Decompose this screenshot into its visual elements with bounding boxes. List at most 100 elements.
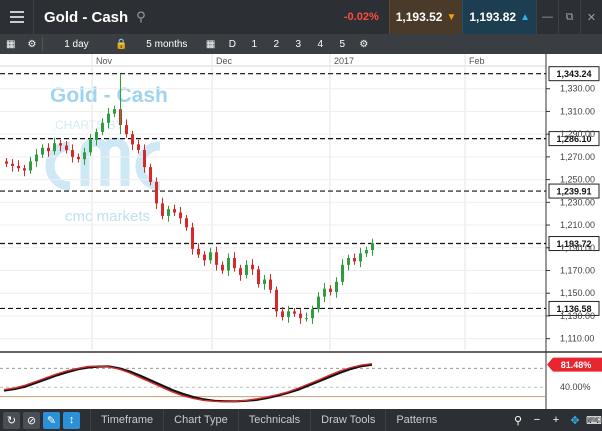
candle-body — [335, 281, 338, 293]
keyboard-button[interactable]: ⌨ — [586, 412, 602, 428]
minimize-button[interactable]: — — [536, 0, 558, 34]
period-label: 1 — [251, 38, 258, 50]
y-tick-label: 1,330.00 — [560, 84, 595, 94]
candle-body — [341, 264, 344, 282]
zoom-out-button[interactable]: − — [529, 412, 545, 428]
candle-body — [239, 268, 242, 276]
minimize-icon: — — [542, 11, 553, 23]
candle-body — [23, 168, 26, 171]
x-tick-label: Nov — [96, 56, 113, 66]
indicator-level-label: 40.00% — [560, 382, 591, 392]
candle-body — [347, 257, 350, 265]
gear-icon: ⚙ — [27, 38, 37, 50]
candle-body — [113, 109, 116, 114]
candle-body — [293, 311, 296, 314]
stochastic-panel: 81.48% 40.00% — [0, 357, 602, 403]
zoom-search-button[interactable]: ⚲ — [510, 412, 526, 428]
layout-button[interactable]: ▦ — [0, 34, 21, 54]
indicator-current-value: 81.48% — [561, 360, 592, 370]
buy-price-button[interactable]: 1,193.82 ▲ — [462, 0, 536, 34]
candle-body — [89, 139, 92, 153]
lock-button[interactable]: 🔒 — [109, 34, 133, 54]
candle-body — [215, 252, 218, 265]
y-tick-label: 1,170.00 — [560, 265, 595, 275]
period-1-button[interactable]: 1 — [243, 34, 265, 54]
candle-body — [101, 122, 104, 132]
chart-toolbar: ▦ ⚙ 1 day 🔒 5 months ▦ D 1 2 3 4 5 ⚙ — [0, 34, 602, 54]
tab-label: Technicals — [248, 414, 301, 426]
candle-body — [149, 167, 152, 182]
chart-area[interactable]: Gold - Cash CHARTS BY cmc markets Nov Dec… — [0, 54, 602, 409]
tab-timeframe[interactable]: Timeframe — [90, 409, 163, 431]
candle-body — [35, 154, 38, 162]
period-4-button[interactable]: 4 — [309, 34, 331, 54]
sell-price-button[interactable]: 1,193.52 ▼ — [388, 0, 463, 34]
tab-chart-type[interactable]: Chart Type — [163, 409, 238, 431]
refresh-icon: ↻ — [6, 414, 17, 427]
prohibit-icon: ⊘ — [26, 414, 37, 427]
popout-button[interactable]: ⧉ — [558, 0, 580, 34]
popout-icon: ⧉ — [565, 10, 574, 23]
y-tick-label: 1,150.00 — [560, 288, 595, 298]
candle-body — [71, 150, 74, 157]
period-3-button[interactable]: 3 — [287, 34, 309, 54]
watermark-charts-by: CHARTS BY — [55, 118, 123, 132]
search-icon[interactable]: ⚲ — [136, 9, 146, 25]
candle-body — [245, 264, 248, 276]
bottom-bar: ↻ ⊘ ✎ ↕ Timeframe Chart Type Technicals … — [0, 409, 602, 431]
candle-body — [329, 288, 332, 293]
price-chart[interactable]: Gold - Cash CHARTS BY cmc markets Nov Dec… — [0, 54, 602, 409]
sell-arrow-icon: ▼ — [446, 11, 457, 23]
candle-body — [251, 264, 254, 270]
tab-draw-tools[interactable]: Draw Tools — [310, 409, 385, 431]
candle-body — [161, 203, 164, 216]
chart-settings-button[interactable]: ⚙ — [353, 34, 374, 54]
refresh-button[interactable]: ↻ — [3, 411, 20, 429]
tab-patterns[interactable]: Patterns — [385, 409, 447, 431]
candle-body — [209, 252, 212, 261]
level-label: 1,343.24 — [556, 69, 591, 79]
tab-label: Timeframe — [101, 414, 154, 426]
draw-tool-button[interactable]: D — [221, 34, 243, 54]
candle-body — [59, 143, 62, 146]
price-change: -0.02% — [343, 11, 379, 23]
candle-body — [281, 311, 284, 318]
candle-body — [305, 318, 308, 320]
candle-body — [167, 209, 170, 216]
close-button[interactable]: ✕ — [580, 0, 602, 34]
range-select[interactable]: 5 months — [134, 34, 200, 54]
interval-label: 1 day — [64, 38, 89, 50]
candle-body — [77, 156, 80, 160]
y-tick-label: 1,190.00 — [560, 243, 595, 253]
candle-body — [17, 165, 20, 169]
tab-label: Chart Type — [174, 414, 228, 426]
calendar-icon: ▦ — [205, 38, 216, 50]
tab-technicals[interactable]: Technicals — [237, 409, 310, 431]
candle-body — [311, 309, 314, 319]
candle-body — [287, 311, 290, 318]
interval-select[interactable]: 1 day — [43, 34, 109, 54]
candle-body — [107, 113, 110, 123]
zoom-in-button[interactable]: + — [548, 412, 564, 428]
candle-body — [5, 161, 8, 164]
y-tick-label: 1,310.00 — [560, 106, 595, 116]
layout-icon: ▦ — [6, 38, 16, 50]
menu-button[interactable] — [0, 0, 34, 34]
pencil-icon: ✎ — [46, 414, 57, 427]
sell-price: 1,193.52 — [395, 10, 443, 24]
fit-button[interactable]: ✥ — [567, 412, 583, 428]
period-2-button[interactable]: 2 — [265, 34, 287, 54]
candle-body — [29, 161, 32, 171]
period-label: 4 — [317, 38, 324, 50]
period-5-button[interactable]: 5 — [331, 34, 353, 54]
candle-body — [173, 209, 176, 213]
candle-body — [233, 257, 236, 269]
calendar-button[interactable]: ▦ — [200, 34, 221, 54]
pencil-button[interactable]: ✎ — [43, 411, 60, 429]
candle-body — [53, 143, 56, 152]
tab-label: Patterns — [396, 414, 438, 426]
candle-body — [125, 125, 128, 135]
settings-button[interactable]: ⚙ — [21, 34, 42, 54]
no-entry-button[interactable]: ⊘ — [23, 411, 40, 429]
scroll-arrows-button[interactable]: ↕ — [63, 411, 80, 429]
